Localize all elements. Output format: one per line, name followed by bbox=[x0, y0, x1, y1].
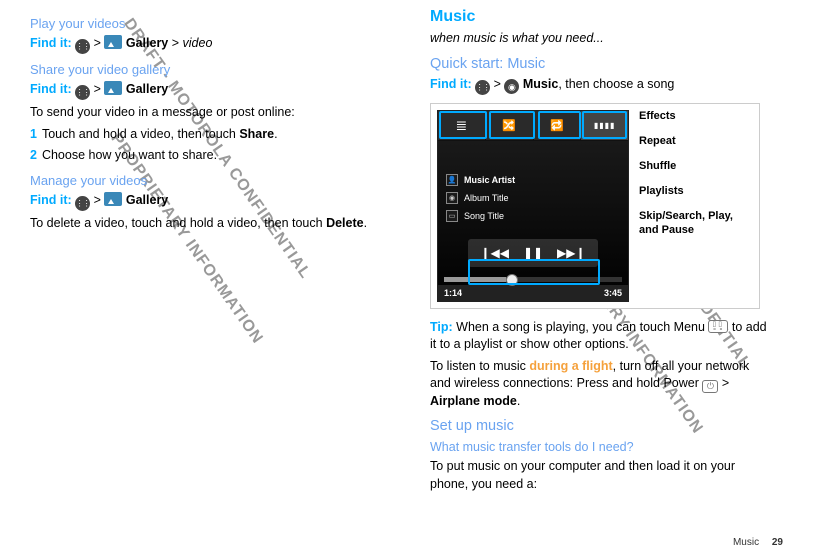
music-app-icon bbox=[504, 79, 519, 94]
flight-post: . bbox=[517, 394, 520, 408]
share-step-1: 1 Touch and hold a video, then touch Shar… bbox=[30, 126, 390, 144]
gallery-text: Gallery bbox=[126, 193, 168, 207]
callout-labels: Effects Repeat Shuffle Playlists Skip/Se… bbox=[639, 110, 753, 250]
findit-music: Find it: > Music, then choose a song bbox=[430, 76, 770, 95]
apps-icon bbox=[75, 39, 90, 54]
right-column: Music when music is what you need... Qui… bbox=[430, 8, 770, 497]
progress-slider[interactable] bbox=[444, 277, 622, 282]
tip-label: Tip: bbox=[430, 320, 453, 334]
player-figure: 👤 Music Artist ◉ Album Title ▭ Song Title ❙… bbox=[430, 103, 760, 309]
heading-setup-music: Set up music bbox=[430, 418, 770, 434]
delete-bold: Delete bbox=[326, 216, 364, 230]
callout-repeat: Repeat bbox=[639, 135, 753, 148]
heading-manage-videos: Manage your videos bbox=[30, 173, 390, 188]
gallery-text: Gallery bbox=[126, 82, 168, 96]
delete-post: . bbox=[364, 216, 367, 230]
apps-icon bbox=[475, 80, 490, 95]
step1-post: . bbox=[274, 127, 277, 141]
step-number: 2 bbox=[30, 148, 37, 162]
tip-text-1: When a song is playing, you can touch Me… bbox=[453, 320, 709, 334]
step1-bold: Share bbox=[239, 127, 274, 141]
player-bottom: ❙◀◀ ❚❚ ▶▶❙ 1:14 3:45 bbox=[438, 239, 628, 301]
find-post: , then choose a song bbox=[558, 77, 674, 91]
airplane-mode-text: Airplane mode bbox=[430, 394, 517, 408]
findit-share: Find it: > Gallery bbox=[30, 81, 390, 100]
findit-label: Find it: bbox=[30, 36, 72, 50]
tools-text: To put music on your computer and then l… bbox=[430, 458, 770, 493]
step1-pre: Touch and hold a video, then touch bbox=[42, 127, 239, 141]
findit-label: Find it: bbox=[30, 82, 72, 96]
player-metadata: 👤 Music Artist ◉ Album Title ▭ Song Title bbox=[438, 171, 628, 225]
callout-effects: Effects bbox=[639, 110, 753, 123]
artist-icon: 👤 bbox=[446, 174, 458, 186]
footer-section: Music bbox=[733, 537, 759, 548]
gallery-icon bbox=[104, 35, 122, 49]
playlists-button[interactable] bbox=[438, 111, 486, 140]
findit-play: Find it: > Gallery > video bbox=[30, 35, 390, 54]
album-title: Album Title bbox=[464, 193, 509, 203]
share-intro: To send your video in a message or post … bbox=[30, 104, 390, 122]
callout-playlists: Playlists bbox=[639, 185, 753, 198]
tip-paragraph: Tip: When a song is playing, you can tou… bbox=[430, 319, 770, 354]
prev-button[interactable]: ❙◀◀ bbox=[480, 246, 509, 260]
page-content: Play your videos Find it: > Gallery > vi… bbox=[0, 0, 817, 505]
player-controls: ❙◀◀ ❚❚ ▶▶❙ bbox=[468, 239, 598, 267]
delete-text: To delete a video, touch and hold a vide… bbox=[30, 215, 390, 233]
music-subtitle: when music is what you need... bbox=[430, 30, 770, 48]
share-steps: 1 Touch and hold a video, then touch Shar… bbox=[30, 126, 390, 165]
page-footer: Music 29 bbox=[733, 537, 783, 548]
heading-share-gallery: Share your video gallery bbox=[30, 62, 390, 77]
shuffle-button[interactable] bbox=[486, 111, 534, 140]
gallery-icon bbox=[104, 81, 122, 95]
pause-button[interactable]: ❚❚ bbox=[523, 246, 543, 260]
video-text: video bbox=[183, 36, 213, 50]
time-total: 3:45 bbox=[604, 288, 622, 298]
flight-pre: To listen to music bbox=[430, 359, 529, 373]
time-elapsed: 1:14 bbox=[444, 288, 462, 298]
apps-icon bbox=[75, 196, 90, 211]
findit-manage: Find it: > Gallery bbox=[30, 192, 390, 211]
time-row: 1:14 3:45 bbox=[438, 285, 628, 301]
findit-label: Find it: bbox=[30, 193, 72, 207]
flight-paragraph: To listen to music during a flight, turn… bbox=[430, 358, 770, 411]
artist-name: Music Artist bbox=[464, 175, 515, 185]
delete-pre: To delete a video, touch and hold a vide… bbox=[30, 216, 326, 230]
heading-quick-start: Quick start: Music bbox=[430, 56, 770, 72]
heading-music: Music bbox=[430, 8, 770, 26]
heading-transfer-tools: What music transfer tools do I need? bbox=[430, 440, 770, 454]
footer-page-number: 29 bbox=[772, 537, 783, 548]
left-column: Play your videos Find it: > Gallery > vi… bbox=[30, 8, 390, 497]
flight-link[interactable]: during a flight bbox=[529, 359, 612, 373]
power-icon bbox=[702, 380, 718, 393]
effects-button[interactable] bbox=[581, 111, 628, 140]
song-title: Song Title bbox=[464, 211, 504, 221]
step-number: 1 bbox=[30, 127, 37, 141]
music-player: 👤 Music Artist ◉ Album Title ▭ Song Title ❙… bbox=[437, 110, 629, 302]
menu-icon bbox=[708, 320, 728, 333]
music-text: Music bbox=[523, 77, 558, 91]
album-icon: ◉ bbox=[446, 192, 458, 204]
repeat-button[interactable] bbox=[534, 111, 582, 140]
gallery-text: Gallery bbox=[126, 36, 168, 50]
player-topbar bbox=[438, 111, 628, 141]
callout-skip: Skip/Search, Play, and Pause bbox=[639, 210, 753, 238]
song-icon: ▭ bbox=[446, 210, 458, 222]
next-button[interactable]: ▶▶❙ bbox=[557, 246, 586, 260]
gallery-icon bbox=[104, 192, 122, 206]
apps-icon bbox=[75, 85, 90, 100]
share-step-2: 2 Choose how you want to share. bbox=[30, 147, 390, 165]
step2-text: Choose how you want to share. bbox=[42, 148, 217, 162]
callout-shuffle: Shuffle bbox=[639, 160, 753, 173]
heading-play-videos: Play your videos bbox=[30, 16, 390, 31]
findit-label: Find it: bbox=[430, 77, 472, 91]
